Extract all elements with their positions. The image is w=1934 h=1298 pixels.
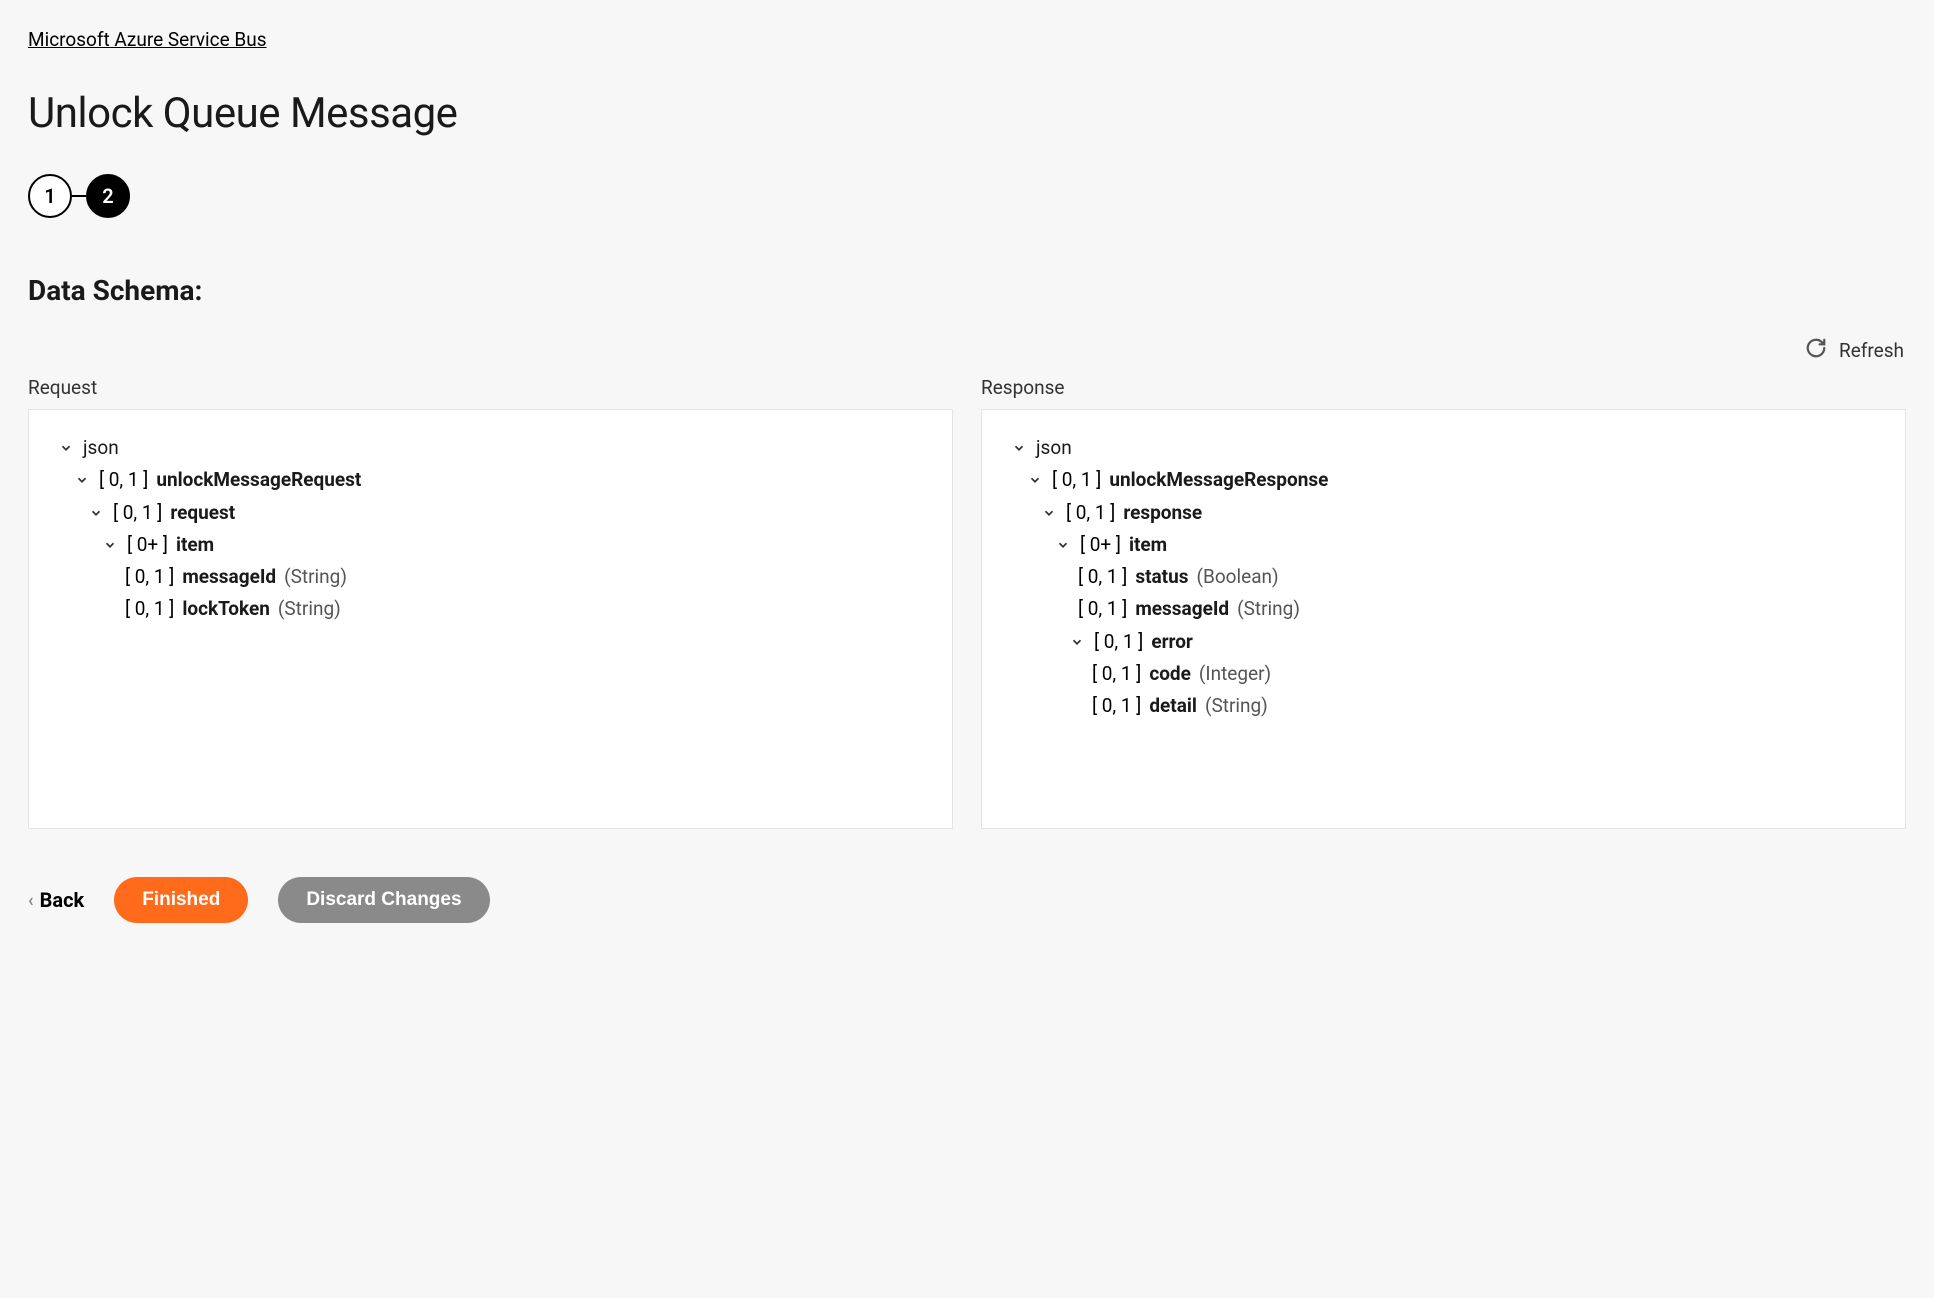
chevron-down-icon[interactable]: [1054, 538, 1072, 552]
field-name: response: [1123, 497, 1202, 529]
field-type: (String): [1205, 690, 1268, 722]
chevron-down-icon[interactable]: [1040, 506, 1058, 520]
tree-node-item[interactable]: [ 0+ ] item: [57, 529, 924, 561]
cardinality: [ 0, 1 ]: [1078, 593, 1127, 625]
step-2[interactable]: 2: [86, 174, 130, 218]
field-type: (String): [1237, 593, 1300, 625]
cardinality: [ 0, 1 ]: [1092, 690, 1141, 722]
tree-node-error[interactable]: [ 0, 1 ] error: [1010, 626, 1877, 658]
field-type: (Boolean): [1197, 561, 1279, 593]
chevron-down-icon[interactable]: [1010, 441, 1028, 455]
tree-leaf-status[interactable]: [ 0, 1 ] status (Boolean): [1010, 561, 1877, 593]
field-name: error: [1151, 626, 1193, 658]
tree-leaf-code[interactable]: [ 0, 1 ] code (Integer): [1010, 658, 1877, 690]
back-button[interactable]: ‹ Back: [28, 888, 84, 912]
tree-leaf-message-id[interactable]: [ 0, 1 ] messageId (String): [1010, 593, 1877, 625]
cardinality: [ 0, 1 ]: [125, 593, 174, 625]
field-name: messageId: [1135, 593, 1229, 625]
chevron-down-icon[interactable]: [1068, 635, 1086, 649]
request-panel-label: Request: [28, 376, 953, 399]
back-label: Back: [40, 888, 85, 912]
field-type: (Integer): [1199, 658, 1271, 690]
tree-leaf-lock-token[interactable]: [ 0, 1 ] lockToken (String): [57, 593, 924, 625]
field-name: messageId: [182, 561, 276, 593]
field-type: (String): [278, 593, 341, 625]
cardinality: [ 0, 1 ]: [1052, 464, 1101, 496]
tree-node-response[interactable]: [ 0, 1 ] response: [1010, 497, 1877, 529]
tree-node-label: json: [1036, 432, 1072, 464]
breadcrumb-link[interactable]: Microsoft Azure Service Bus: [28, 28, 267, 51]
field-name: unlockMessageRequest: [156, 464, 361, 496]
cardinality: [ 0, 1 ]: [99, 464, 148, 496]
chevron-down-icon[interactable]: [101, 538, 119, 552]
cardinality: [ 0+ ]: [1080, 529, 1121, 561]
cardinality: [ 0, 1 ]: [113, 497, 162, 529]
field-name: request: [170, 497, 235, 529]
field-name: status: [1135, 561, 1188, 593]
chevron-down-icon[interactable]: [57, 441, 75, 455]
refresh-label: Refresh: [1839, 339, 1904, 362]
tree-node-unlock-message-response[interactable]: [ 0, 1 ] unlockMessageResponse: [1010, 464, 1877, 496]
tree-node-json[interactable]: json: [57, 432, 924, 464]
field-name: item: [1129, 529, 1167, 561]
tree-leaf-message-id[interactable]: [ 0, 1 ] messageId (String): [57, 561, 924, 593]
field-name: unlockMessageResponse: [1109, 464, 1328, 496]
page-title: Unlock Queue Message: [28, 89, 1906, 138]
cardinality: [ 0+ ]: [127, 529, 168, 561]
discard-changes-button[interactable]: Discard Changes: [278, 877, 489, 923]
finished-button[interactable]: Finished: [114, 877, 248, 923]
chevron-down-icon[interactable]: [73, 473, 91, 487]
cardinality: [ 0, 1 ]: [1066, 497, 1115, 529]
chevron-down-icon[interactable]: [87, 506, 105, 520]
field-type: (String): [284, 561, 347, 593]
stepper: 1 2: [28, 174, 1906, 218]
field-name: item: [176, 529, 214, 561]
chevron-left-icon: ‹: [28, 890, 34, 911]
step-1[interactable]: 1: [28, 174, 72, 218]
tree-node-unlock-message-request[interactable]: [ 0, 1 ] unlockMessageRequest: [57, 464, 924, 496]
cardinality: [ 0, 1 ]: [1078, 561, 1127, 593]
field-name: lockToken: [182, 593, 270, 625]
refresh-icon: [1805, 337, 1827, 364]
cardinality: [ 0, 1 ]: [125, 561, 174, 593]
response-panel: json [ 0, 1 ] unlockMessageResponse [ 0,…: [981, 409, 1906, 829]
refresh-button[interactable]: Refresh: [1805, 337, 1904, 364]
tree-node-request[interactable]: [ 0, 1 ] request: [57, 497, 924, 529]
field-name: detail: [1149, 690, 1197, 722]
field-name: code: [1149, 658, 1191, 690]
cardinality: [ 0, 1 ]: [1092, 658, 1141, 690]
request-panel: json [ 0, 1 ] unlockMessageRequest [ 0, …: [28, 409, 953, 829]
chevron-down-icon[interactable]: [1026, 473, 1044, 487]
tree-node-item[interactable]: [ 0+ ] item: [1010, 529, 1877, 561]
section-title: Data Schema:: [28, 274, 1906, 307]
tree-leaf-detail[interactable]: [ 0, 1 ] detail (String): [1010, 690, 1877, 722]
cardinality: [ 0, 1 ]: [1094, 626, 1143, 658]
response-panel-label: Response: [981, 376, 1906, 399]
tree-node-json[interactable]: json: [1010, 432, 1877, 464]
step-connector: [72, 195, 86, 197]
tree-node-label: json: [83, 432, 119, 464]
